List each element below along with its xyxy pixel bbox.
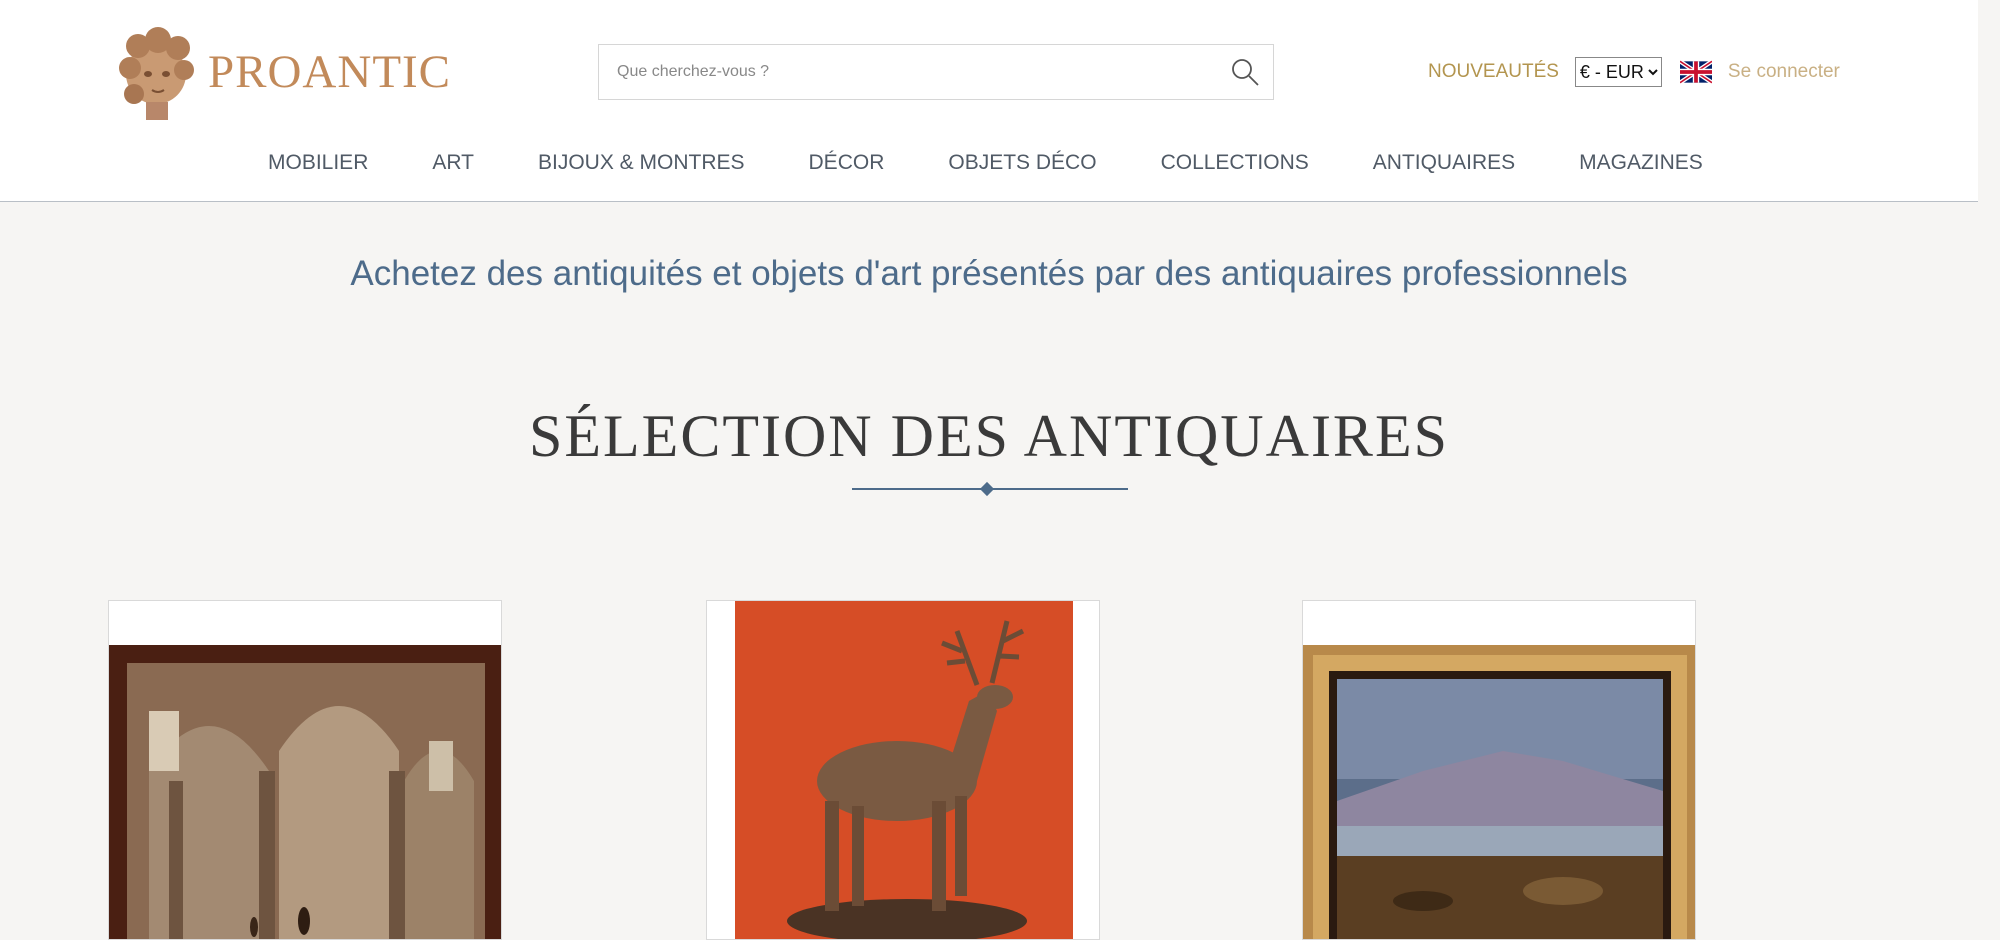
new-arrivals-link[interactable]: NOUVEAUTÉS xyxy=(1428,61,1559,83)
site-logo[interactable]: PROANTIC xyxy=(108,22,454,122)
search-input[interactable] xyxy=(599,44,1217,100)
search-bar xyxy=(598,44,1274,100)
product-card[interactable] xyxy=(1302,600,1696,940)
search-button[interactable] xyxy=(1217,45,1273,99)
nav-item-magazines[interactable]: MAGAZINES xyxy=(1579,151,1703,175)
church-interior-painting-image xyxy=(109,601,501,939)
currency-select[interactable]: € - EUR xyxy=(1574,57,1662,87)
product-card[interactable] xyxy=(108,600,502,940)
brand-name: PROANTIC xyxy=(208,46,452,98)
main-nav: MOBILIER ART BIJOUX & MONTRES DÉCOR OBJE… xyxy=(108,124,1850,202)
nav-item-bijoux-montres[interactable]: BIJOUX & MONTRES xyxy=(538,151,745,175)
section-title: SÉLECTION DES ANTIQUAIRES xyxy=(529,403,1449,469)
divider-diamond-icon xyxy=(979,481,995,497)
logo-head-icon xyxy=(119,27,194,120)
product-selection xyxy=(108,600,1850,940)
header-links: NOUVEAUTÉS € - EUR Se connecter xyxy=(1428,56,1840,88)
nav-item-objets-deco[interactable]: OBJETS DÉCO xyxy=(948,151,1096,175)
nav-item-mobilier[interactable]: MOBILIER xyxy=(268,151,368,175)
site-header: PROANTIC NOUVEAUTÉS € - EUR Se connecter… xyxy=(0,0,1978,202)
uk-flag-icon[interactable] xyxy=(1679,60,1712,84)
landscape-painting-image xyxy=(1303,601,1695,939)
nav-item-antiquaires[interactable]: ANTIQUAIRES xyxy=(1373,151,1515,175)
search-icon xyxy=(1232,59,1259,86)
nav-item-art[interactable]: ART xyxy=(432,151,474,175)
page-tagline: Achetez des antiquités et objets d'art p… xyxy=(350,254,1628,293)
login-link[interactable]: Se connecter xyxy=(1728,61,1840,83)
product-card[interactable] xyxy=(706,600,1100,940)
nav-item-collections[interactable]: COLLECTIONS xyxy=(1161,151,1309,175)
bronze-stag-sculpture-image xyxy=(707,601,1099,939)
nav-item-decor[interactable]: DÉCOR xyxy=(809,151,885,175)
